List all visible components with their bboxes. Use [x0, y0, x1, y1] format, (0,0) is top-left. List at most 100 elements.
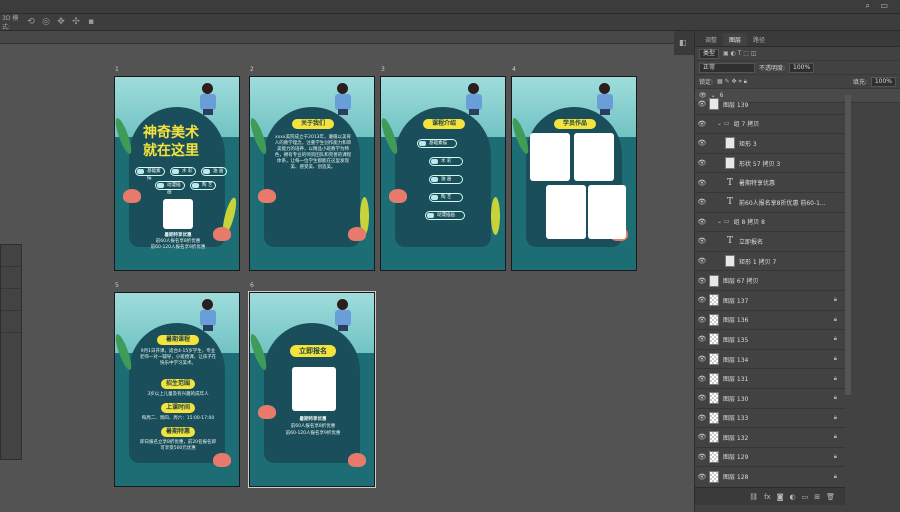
eye-icon[interactable]: 👁︎ — [695, 198, 709, 206]
layer-row[interactable]: 👁︎ 矩形 3 — [695, 134, 845, 154]
tab-adjustments[interactable]: 调整 — [699, 33, 723, 46]
lock-icon[interactable]: 🔒︎ — [834, 335, 837, 343]
lock-icons[interactable]: ▦ ✎ ✥ ⌗ 🔒︎ — [717, 78, 747, 86]
link-icon[interactable]: ⛓︎ — [749, 493, 758, 501]
roll-3d-icon[interactable]: ◎ — [41, 17, 51, 27]
eye-icon[interactable]: 👁︎ — [695, 120, 709, 128]
section-pill: 关于我们 — [292, 119, 334, 129]
workspace-icon[interactable]: ▭ — [880, 1, 888, 10]
lock-icon[interactable]: 🔒︎ — [834, 473, 837, 481]
fill-label: 填充: — [852, 79, 867, 86]
layer-thumbnail — [709, 98, 719, 111]
layer-row[interactable]: 👁︎ 图层 130 🔒︎ — [695, 389, 845, 409]
folder-icon[interactable]: ⌄ ▭ — [717, 120, 730, 127]
eye-icon[interactable]: 👁︎ — [695, 237, 709, 245]
fill-input[interactable]: 100% — [870, 76, 896, 87]
eye-icon[interactable]: 👁︎ — [695, 335, 709, 343]
layer-row[interactable]: 👁︎ 图层 131 🔒︎ — [695, 369, 845, 389]
artboard-1[interactable]: 神奇美术 就在这里 基础素描 水 彩 油 画 动漫插画 陶 艺 暑期特享优惠 前… — [114, 76, 240, 271]
layer-row[interactable]: 👁︎ 图层 136 🔒︎ — [695, 311, 845, 331]
left-panel-row[interactable] — [1, 311, 21, 333]
eye-icon[interactable]: 👁︎ — [695, 139, 709, 147]
eye-icon[interactable]: 👁︎ — [695, 257, 709, 265]
layer-row[interactable]: 👁︎ 图层 139 — [695, 95, 845, 115]
mask-icon[interactable]: ◙ — [777, 493, 784, 501]
lock-icon[interactable]: 🔒︎ — [834, 433, 837, 441]
new-layer-icon[interactable]: ⊞ — [814, 493, 820, 501]
pan-3d-icon[interactable]: ✥ — [56, 17, 66, 27]
layer-row[interactable]: 👁︎ 图层 135 🔒︎ — [695, 330, 845, 350]
layer-row[interactable]: 👁︎ ⌄ ▭ 组 8 拷贝 8 — [695, 213, 845, 233]
layer-row[interactable]: 👁︎ 图层 137 🔒︎ — [695, 291, 845, 311]
layer-name: 前60人报名享8折优惠 前60-1... — [739, 199, 826, 207]
left-panel-row[interactable] — [1, 267, 21, 289]
eye-icon[interactable]: 👁︎ — [695, 296, 709, 304]
folder-icon[interactable]: ▭ — [802, 493, 809, 501]
folder-icon[interactable]: ⌄ ▭ — [717, 218, 730, 225]
lock-icon[interactable]: 🔒︎ — [834, 453, 837, 461]
orbit-3d-icon[interactable]: ⟲ — [26, 17, 36, 27]
eye-icon[interactable]: 👁︎ — [695, 355, 709, 363]
trash-icon[interactable]: 🗑︎ — [826, 493, 835, 501]
artboard-5[interactable]: 暑期课程 9月1日开课，适合4-15岁学生，专业老师一对一辅导，小班授课，让孩子… — [114, 292, 240, 487]
fx-icon[interactable]: fx — [764, 493, 771, 501]
lock-icon[interactable]: 🔒︎ — [834, 414, 837, 422]
artboard-4[interactable]: 学员作品 — [511, 76, 637, 271]
opacity-input[interactable]: 100% — [789, 62, 815, 73]
course-button: 陶 艺 — [429, 193, 463, 202]
course-button: 油 画 — [429, 175, 463, 184]
layer-row[interactable]: 👁︎ T 前60人报名享8折优惠 前60-1... — [695, 193, 845, 213]
artboard-6[interactable]: 立即报名 暑期特享优惠 前60人报名享8折优惠 前60-120人报名享9折优惠 — [248, 291, 376, 488]
lock-icon[interactable]: 🔒︎ — [834, 375, 837, 383]
lock-icon[interactable]: 🔒︎ — [834, 355, 837, 363]
scale-3d-icon[interactable]: ▪ — [86, 17, 96, 27]
eye-icon[interactable]: 👁︎ — [695, 473, 709, 481]
artboard-3[interactable]: 课程介绍 基础素描 水 彩 油 画 陶 艺 动漫插画 — [380, 76, 506, 271]
artboard-label: 4 — [512, 66, 516, 73]
eye-icon[interactable]: 👁︎ — [695, 218, 709, 226]
adjustment-icon[interactable]: ◐ — [790, 493, 796, 501]
section-pill: 暑期课程 — [157, 335, 199, 345]
layer-name: 图层 133 — [723, 415, 749, 423]
left-panel-row[interactable] — [1, 245, 21, 267]
layer-row[interactable]: 👁︎ 图层 134 🔒︎ — [695, 350, 845, 370]
properties-icon[interactable]: ◧ — [679, 38, 687, 47]
eye-icon[interactable]: 👁︎ — [695, 100, 709, 108]
scrollbar[interactable] — [845, 95, 851, 395]
eye-icon[interactable]: 👁︎ — [695, 179, 709, 187]
kind-filter-select[interactable]: 类型 — [699, 48, 720, 59]
layer-row[interactable]: 👁︎ 矩形 1 拷贝 7 — [695, 252, 845, 272]
layer-row[interactable]: 👁︎ 图层 132 🔒︎ — [695, 428, 845, 448]
slide-3d-icon[interactable]: ✣ — [71, 17, 81, 27]
eye-icon[interactable]: 👁︎ — [695, 414, 709, 422]
eye-icon[interactable]: 👁︎ — [695, 453, 709, 461]
search-icon[interactable]: ⌕ — [866, 1, 870, 11]
eye-icon[interactable]: 👁︎ — [695, 394, 709, 402]
about-body: xxxx美院成立于2013年，遵循以美育人的教学理念，注重学生创作能力和审美能力… — [274, 135, 352, 170]
filter-icons[interactable]: ▣ ◐ T ⬚ ◫ — [723, 50, 757, 57]
left-panel-row[interactable] — [1, 289, 21, 311]
layer-row[interactable]: 👁︎ 图层 67 拷贝 — [695, 271, 845, 291]
footer-line-2: 前60-120人报名享9折优惠 — [150, 245, 206, 250]
eye-icon[interactable]: 👁︎ — [695, 375, 709, 383]
layer-row[interactable]: 👁︎ 图层 133 🔒︎ — [695, 409, 845, 429]
lock-icon[interactable]: 🔒︎ — [834, 316, 837, 324]
lock-icon[interactable]: 🔒︎ — [834, 394, 837, 402]
artboard-2[interactable]: 关于我们 xxxx美院成立于2013年，遵循以美育人的教学理念，注重学生创作能力… — [249, 76, 375, 271]
eye-icon[interactable]: 👁︎ — [695, 159, 709, 167]
eye-icon[interactable]: 👁︎ — [695, 277, 709, 285]
layer-row[interactable]: 👁︎ ⌄ ▭ 组 7 拷贝 — [695, 115, 845, 135]
layer-row[interactable]: 👁︎ T 暑期特享优惠 — [695, 173, 845, 193]
lock-icon[interactable]: 🔒︎ — [834, 296, 837, 304]
tab-paths[interactable]: 路径 — [747, 33, 771, 46]
layer-row[interactable]: 👁︎ 图层 129 🔒︎ — [695, 448, 845, 468]
layer-row[interactable]: 👁︎ 形状 57 拷贝 3 — [695, 154, 845, 174]
eye-icon[interactable]: 👁︎ — [695, 433, 709, 441]
layer-row[interactable]: 👁︎ 图层 128 🔒︎ — [695, 467, 845, 485]
canvas[interactable]: 1 神奇美术 就在这里 基础素描 水 彩 油 画 动漫插画 陶 艺 暑期特享优惠… — [22, 44, 672, 512]
eye-icon[interactable]: 👁︎ — [695, 316, 709, 324]
layer-name: 图层 137 — [723, 297, 749, 305]
tab-layers[interactable]: 图层 — [723, 33, 748, 46]
layer-row[interactable]: 👁︎ T 立即报名 — [695, 232, 845, 252]
blend-mode-select[interactable]: 正常 — [699, 62, 755, 73]
